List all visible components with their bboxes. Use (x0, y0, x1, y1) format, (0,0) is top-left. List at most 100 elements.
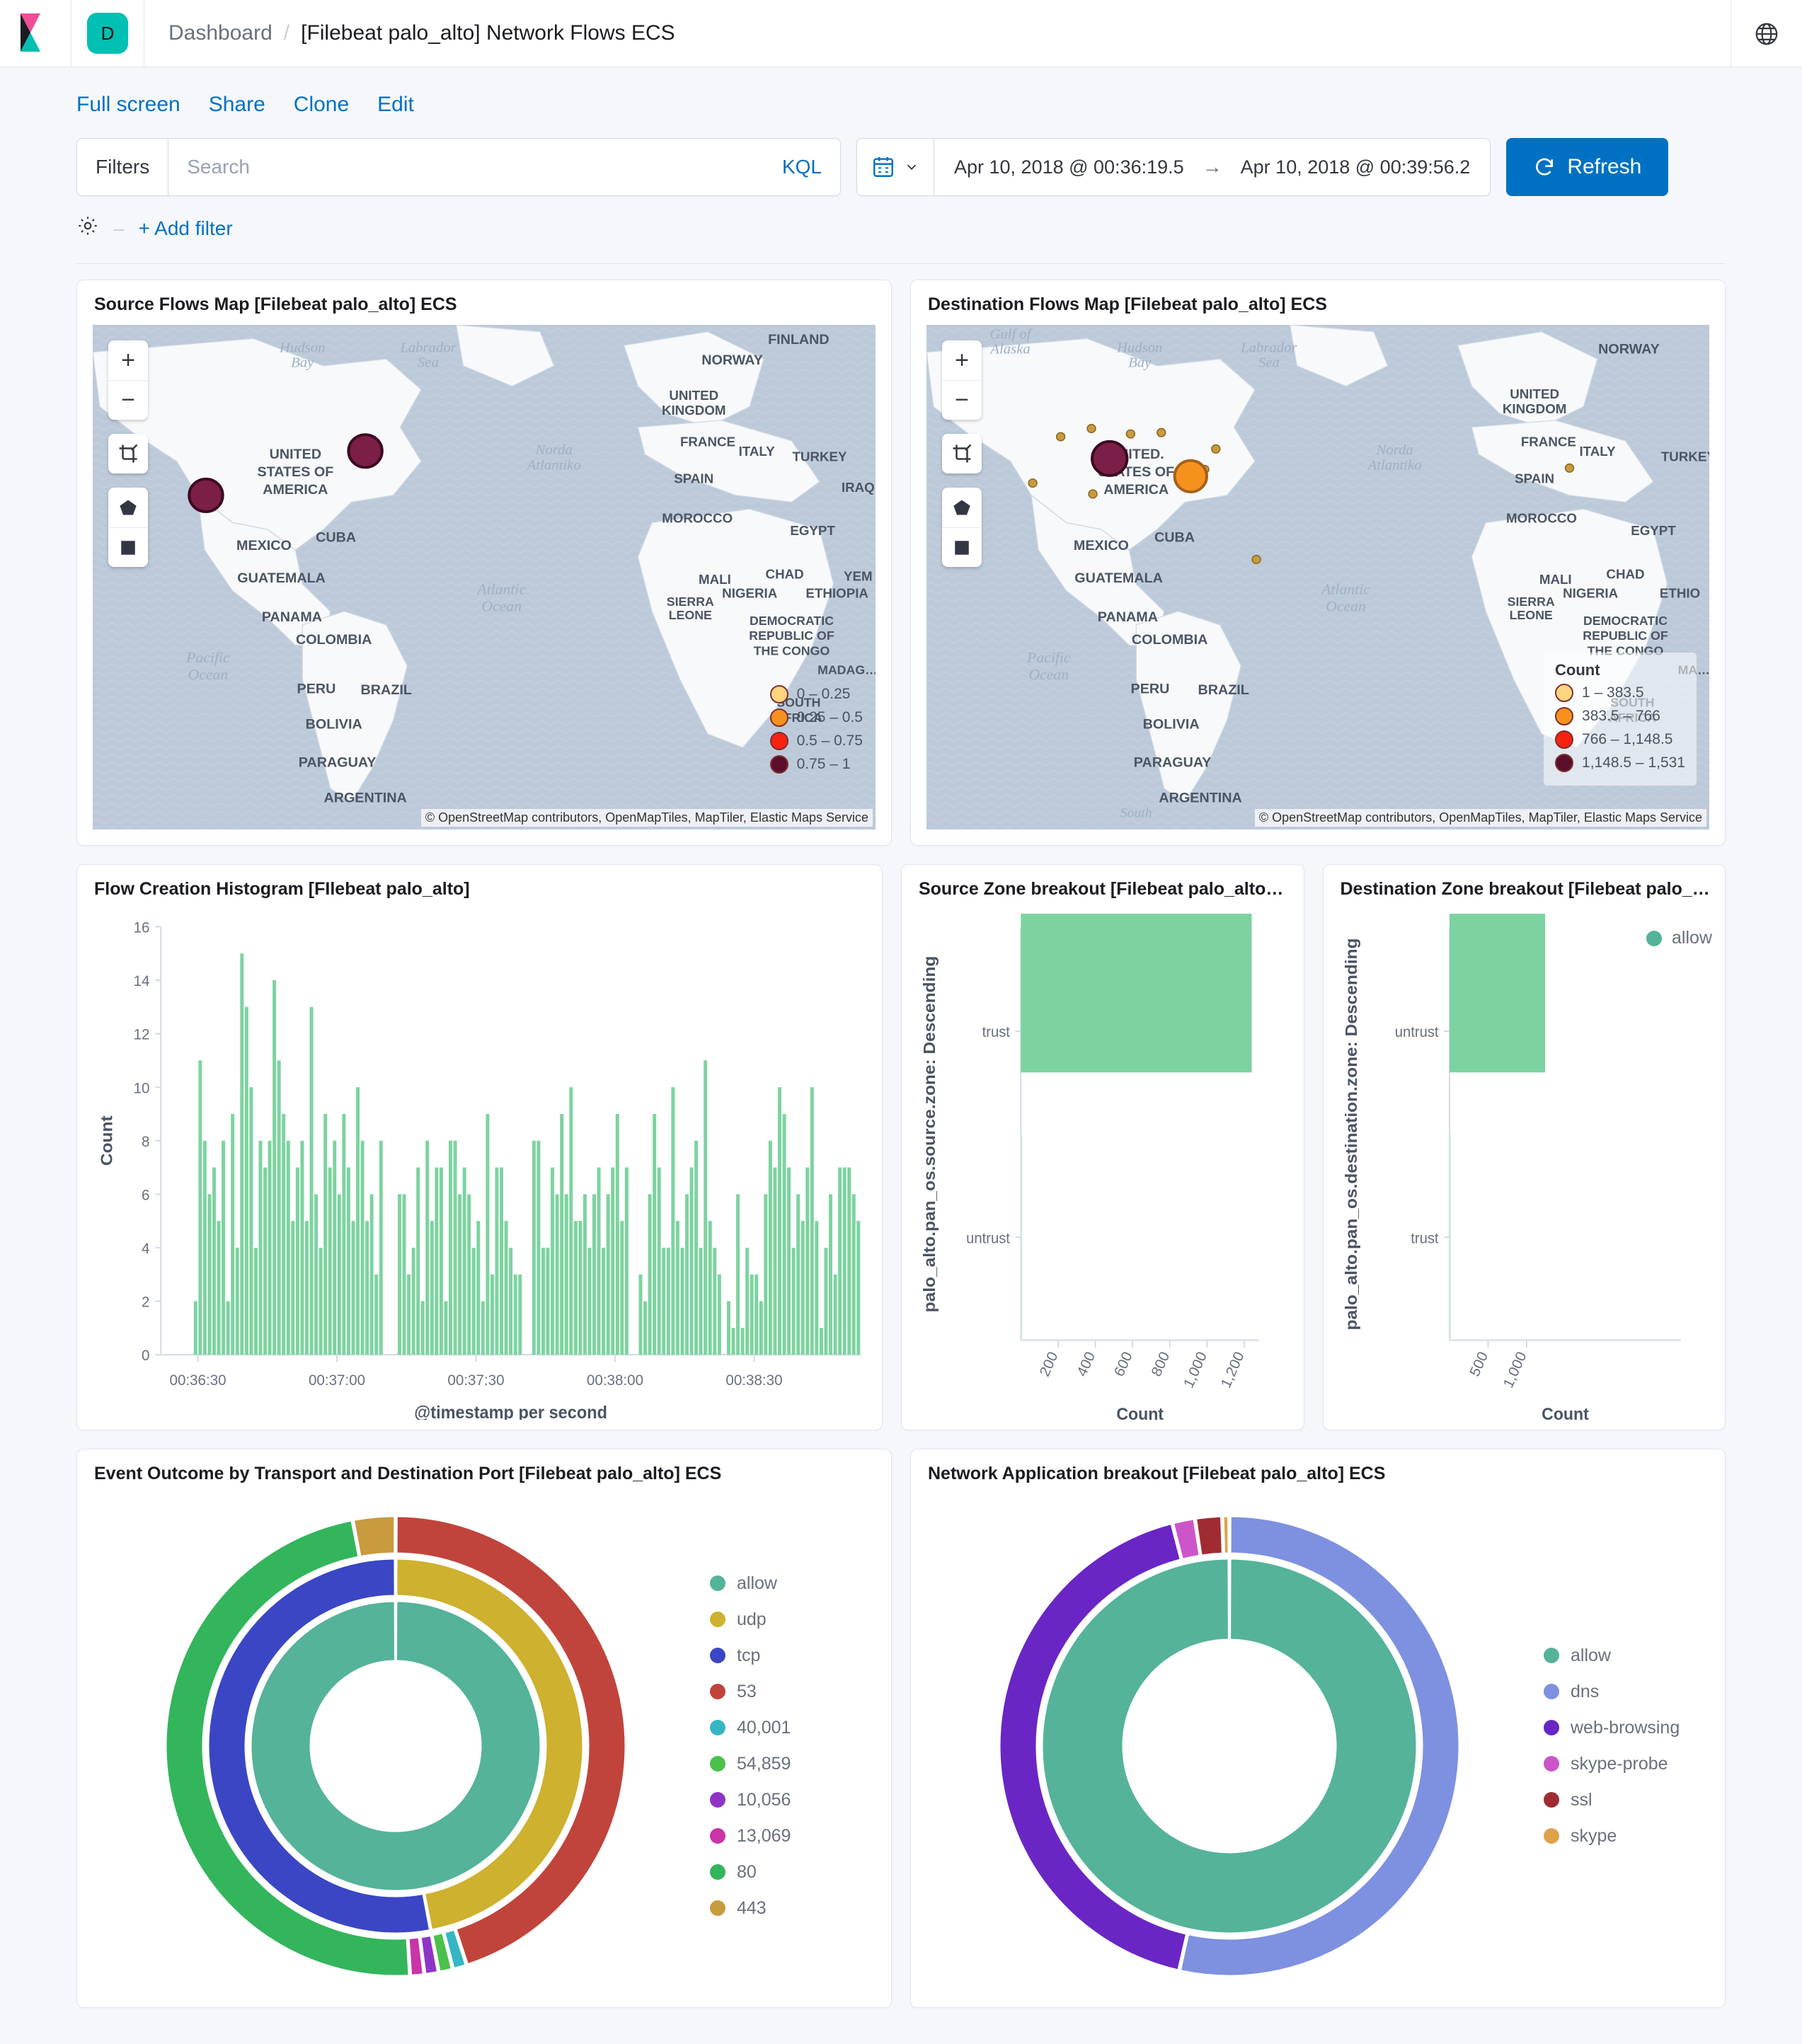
map-canvas[interactable]: FINLAND NORWAY UNITED KINGDOM FRANCE ITAL… (93, 325, 876, 829)
legend-item[interactable]: 54,859 (710, 1754, 874, 1774)
app-badge[interactable]: D (87, 13, 128, 54)
legend-item[interactable]: allow (710, 1573, 874, 1594)
svg-text:Count: Count (1116, 1404, 1164, 1420)
legend-item[interactable]: ssl (1544, 1790, 1708, 1810)
refresh-button[interactable]: Refresh (1506, 138, 1669, 196)
svg-text:MEXICO: MEXICO (236, 538, 292, 553)
histogram-chart[interactable]: 0 2 4 6 8 10 12 14 16 00:36:30 00:37:00 00:37:30 00:… (77, 909, 882, 1430)
zoom-in-button[interactable]: + (108, 340, 148, 380)
svg-text:YEM: YEM (844, 569, 873, 584)
elastic-logo-icon[interactable] (0, 13, 71, 53)
fit-to-data-icon[interactable] (942, 434, 982, 473)
draw-polygon-icon[interactable] (942, 488, 982, 527)
panel-title: Flow Creation Histogram [FIlebeat palo_a… (94, 879, 470, 899)
zoom-out-button[interactable]: − (108, 380, 148, 420)
edit-link[interactable]: Edit (377, 93, 414, 117)
network-application-donut[interactable]: allow dns web-browsing skype-probe ssl skype (911, 1494, 1725, 2007)
svg-text:ETHIOPIA: ETHIOPIA (805, 586, 868, 601)
full-screen-link[interactable]: Full screen (76, 93, 180, 117)
legend-label: 0.25 – 0.5 (796, 709, 863, 725)
panel-title: Event Outcome by Transport and Destinati… (94, 1464, 722, 1483)
fit-to-data-control (942, 434, 982, 473)
svg-text:BRAZIL: BRAZIL (361, 682, 412, 698)
globe-icon[interactable] (1731, 21, 1802, 47)
svg-text:SPAIN: SPAIN (674, 471, 713, 486)
draw-shape-controls (108, 488, 148, 567)
donut-slice[interactable] (1194, 1515, 1224, 1557)
svg-text:SIERRA: SIERRA (667, 595, 714, 609)
search-input[interactable] (168, 139, 764, 195)
legend-item[interactable]: udp (710, 1609, 874, 1630)
event-outcome-donut[interactable]: allow udp tcp 53 40,001 54,859 10,056 13,069 80 4… (77, 1494, 891, 2007)
legend-label: 80 (737, 1861, 757, 1882)
legend-label: 0 – 0.25 (796, 686, 851, 702)
legend-swatch (710, 1612, 725, 1627)
legend-swatch (710, 1575, 725, 1591)
filter-row: – + Add filter (0, 196, 1802, 242)
svg-text:00:37:30: 00:37:30 (447, 1372, 504, 1389)
legend-item[interactable]: 10,056 (710, 1790, 874, 1810)
zoom-in-button[interactable]: + (942, 340, 982, 380)
svg-text:EGYPT: EGYPT (1631, 523, 1676, 538)
legend-item: 0.75 – 1 (769, 755, 863, 774)
donut-slice[interactable] (352, 1514, 396, 1558)
legend-item[interactable]: 53 (710, 1682, 874, 1702)
destination-zone-svg: untrust trust 500 1,000 Count palo_alto.pan_o… (1342, 914, 1681, 1420)
add-filter-button[interactable]: + Add filter (139, 217, 233, 240)
draw-rectangle-icon[interactable] (942, 527, 982, 567)
gear-icon[interactable] (76, 214, 99, 242)
donut-canvas (94, 1512, 697, 1980)
legend-item[interactable]: allow (1544, 1646, 1708, 1666)
svg-text:PARAGUAY: PARAGUAY (299, 755, 377, 771)
legend-item[interactable]: dns (1544, 1682, 1708, 1702)
svg-text:trust: trust (982, 1024, 1010, 1041)
legend-label: 0.5 – 0.75 (796, 733, 863, 749)
destination-zone-chart[interactable]: untrust trust 500 1,000 Count palo_alto.pan_o… (1324, 909, 1726, 1430)
donut-slice[interactable] (249, 1599, 542, 1892)
legend-item[interactable]: 443 (710, 1898, 874, 1919)
legend-item[interactable]: 13,069 (710, 1826, 874, 1847)
svg-text:UNITED: UNITED (270, 447, 321, 462)
svg-text:EGYPT: EGYPT (790, 523, 835, 538)
svg-text:MOROCCO: MOROCCO (662, 511, 733, 526)
share-link[interactable]: Share (209, 93, 265, 117)
donut-slice[interactable] (1040, 1556, 1418, 1934)
breadcrumb-dashboard[interactable]: Dashboard (168, 21, 272, 45)
svg-text:ETHIO: ETHIO (1660, 586, 1700, 601)
donut-canvas (928, 1512, 1531, 1980)
legend-label: 383.5 – 766 (1582, 708, 1660, 724)
legend-swatch (710, 1864, 725, 1880)
legend-item[interactable]: 80 (710, 1862, 874, 1883)
svg-text:ITALY: ITALY (739, 444, 776, 459)
legend-label: tcp (737, 1645, 761, 1665)
source-zone-chart[interactable]: trust untrust 200 400 600 800 1,000 1,200 Count p… (902, 909, 1304, 1430)
time-end[interactable]: Apr 10, 2018 @ 00:39:56.2 (1241, 156, 1471, 178)
svg-text:Atlantiko: Atlantiko (1367, 457, 1422, 473)
legend-swatch (769, 685, 788, 704)
draw-polygon-icon[interactable] (108, 488, 148, 527)
fit-to-data-icon[interactable] (108, 434, 148, 473)
zoom-controls: + − (108, 340, 148, 420)
zoom-out-button[interactable]: − (942, 380, 982, 420)
panel-flow-creation-histogram: Flow Creation Histogram [FIlebeat palo_a… (76, 864, 883, 1430)
svg-text:200: 200 (1037, 1349, 1061, 1379)
svg-text:Pacific: Pacific (1026, 649, 1071, 666)
legend-swatch (710, 1648, 725, 1663)
date-quick-select-button[interactable] (857, 139, 934, 195)
legend-item[interactable]: skype-probe (1544, 1754, 1708, 1774)
draw-rectangle-icon[interactable] (108, 527, 148, 567)
legend-item[interactable]: skype (1544, 1826, 1708, 1847)
query-language-button[interactable]: KQL (764, 156, 840, 178)
clone-link[interactable]: Clone (294, 93, 349, 117)
svg-text:NIGERIA: NIGERIA (1563, 586, 1618, 601)
legend-item[interactable]: tcp (710, 1646, 874, 1666)
time-start[interactable]: Apr 10, 2018 @ 00:36:19.5 (954, 156, 1184, 178)
map-canvas[interactable]: NORWAY UNITED KINGDOM FRANCE ITALY SPAIN … (926, 325, 1709, 829)
legend-label: 1 – 383.5 (1582, 684, 1644, 701)
map-marker (1091, 440, 1129, 477)
svg-text:CUBA: CUBA (316, 530, 356, 546)
legend-item[interactable]: web-browsing (1544, 1718, 1708, 1738)
map-marker (1173, 459, 1208, 493)
donut-slice[interactable] (1222, 1514, 1230, 1555)
legend-item[interactable]: 40,001 (710, 1718, 874, 1738)
